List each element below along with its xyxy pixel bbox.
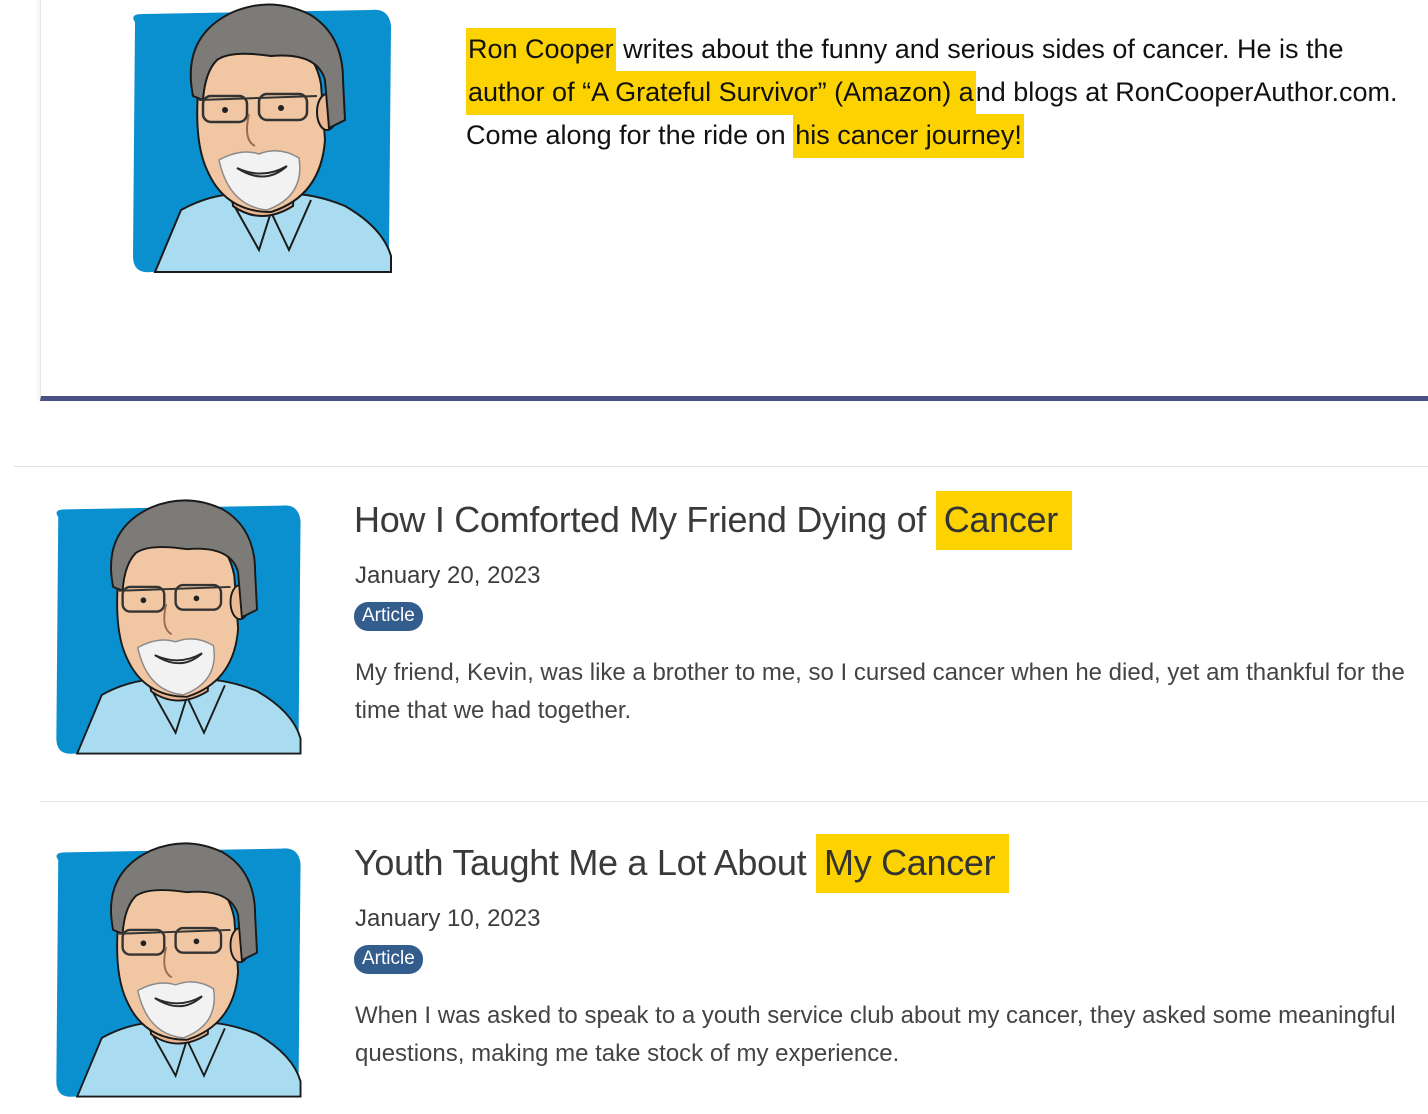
article-excerpt: When I was asked to speak to a youth ser… (355, 1002, 1396, 1067)
author-bio-card: Ron Cooper writes about the funny and se… (40, 0, 1428, 401)
article-title-link[interactable]: Youth Taught Me a Lot About My Cancer (354, 834, 1010, 893)
article-title-highlight: My Cancer (816, 834, 1010, 893)
article-thumbnail[interactable] (45, 496, 310, 766)
article-excerpt: My friend, Kevin, was like a brother to … (355, 659, 1405, 724)
article-title-text: How I Comforted My Friend Dying of (354, 499, 926, 540)
author-avatar (131, 3, 393, 274)
article-item: How I Comforted My Friend Dying of Cance… (0, 468, 1428, 768)
page: Ron Cooper writes about the funny and se… (0, 0, 1428, 1114)
author-name-link[interactable]: Ron Cooper (466, 28, 616, 72)
article-title-text: Youth Taught Me a Lot About (354, 842, 807, 883)
article-title-link[interactable]: How I Comforted My Friend Dying of Cance… (354, 491, 1072, 550)
article-thumbnail[interactable] (45, 839, 310, 1109)
author-bio-text: Ron Cooper writes about the funny and se… (466, 28, 1401, 158)
article-type-badge[interactable]: Article (354, 602, 423, 631)
cancer-journey-link[interactable]: his cancer journey! (793, 114, 1024, 158)
divider (14, 466, 1428, 467)
book-link[interactable]: author of “A Grateful Survivor” (Amazon)… (466, 71, 976, 115)
article-item: Youth Taught Me a Lot About My Cancer Ja… (0, 811, 1428, 1111)
article-type-badge[interactable]: Article (354, 945, 423, 974)
divider (40, 801, 1428, 802)
article-date: January 10, 2023 (355, 905, 541, 932)
bio-text-part-1: writes about the funny and serious sides… (615, 34, 1344, 64)
article-date: January 20, 2023 (355, 562, 541, 589)
article-title-highlight: Cancer (935, 491, 1072, 550)
